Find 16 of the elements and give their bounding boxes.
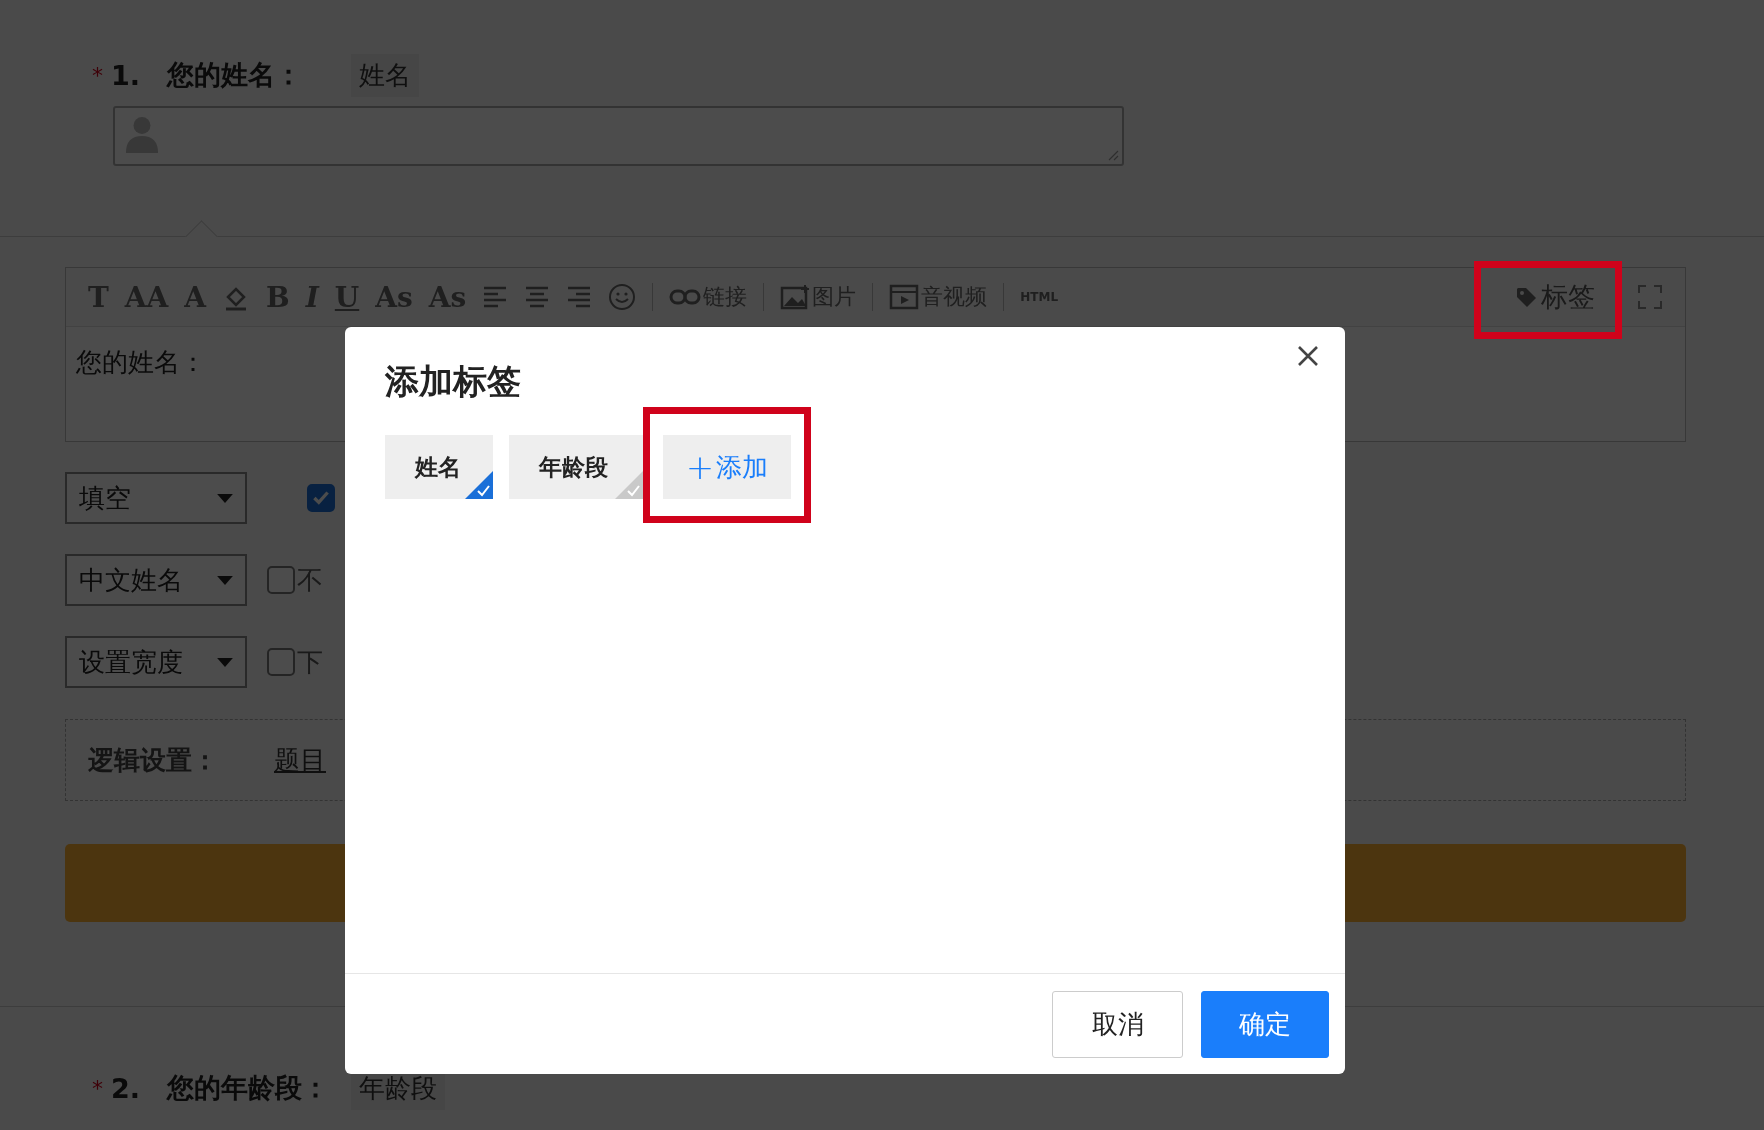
dialog-title: 添加标签: [385, 360, 522, 403]
tag-chip[interactable]: 姓名: [385, 435, 493, 499]
dropdown[interactable]: 填空: [65, 472, 247, 524]
dropdown[interactable]: 中文姓名: [65, 554, 247, 606]
required-mark: *: [92, 62, 103, 88]
cancel-button[interactable]: 取消: [1052, 990, 1183, 1058]
required-mark: *: [92, 1075, 103, 1101]
logic-link[interactable]: 题目: [274, 742, 326, 778]
add-tag-button[interactable]: +添加: [663, 435, 791, 499]
question-number: 1.: [111, 59, 142, 91]
dropdown[interactable]: 设置宽度: [65, 636, 247, 688]
tag-chip[interactable]: 年龄段: [509, 435, 643, 499]
question-title: 您的年龄段：: [167, 1071, 330, 1105]
confirm-button[interactable]: 确定: [1201, 990, 1329, 1058]
question-title: 您的姓名：: [167, 58, 303, 92]
question-number: 2.: [111, 1072, 142, 1104]
